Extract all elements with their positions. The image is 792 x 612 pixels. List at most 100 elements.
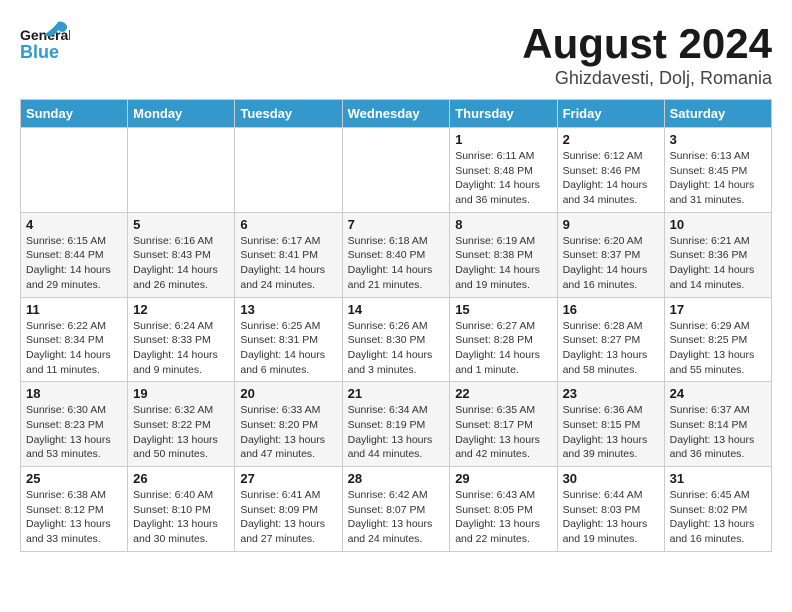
day-number: 5 [133, 217, 229, 232]
day-number: 11 [26, 302, 122, 317]
day-number: 26 [133, 471, 229, 486]
day-number: 23 [563, 386, 659, 401]
calendar-cell: 13 Sunrise: 6:25 AMSunset: 8:31 PMDayligh… [235, 297, 342, 382]
calendar-cell: 4Sunrise: 6:15 AMSunset: 8:44 PMDaylight… [21, 212, 128, 297]
day-info: Sunrise: 6:11 AMSunset: 8:48 PMDaylight:… [455, 149, 551, 208]
day-header-monday: Monday [128, 100, 235, 128]
calendar-cell: 29 Sunrise: 6:43 AMSunset: 8:05 PMDayligh… [450, 467, 557, 552]
calendar-cell: 19Sunrise: 6:32 AMSunset: 8:22 PMDayligh… [128, 382, 235, 467]
day-number: 12 [133, 302, 229, 317]
calendar-cell: 21 Sunrise: 6:34 AMSunset: 8:19 PMDayligh… [342, 382, 450, 467]
calendar-cell: 23 Sunrise: 6:36 AMSunset: 8:15 PMDayligh… [557, 382, 664, 467]
calendar-cell: 17Sunrise: 6:29 AMSunset: 8:25 PMDayligh… [664, 297, 771, 382]
day-info: Sunrise: 6:44 AMSunset: 8:03 PMDaylight:… [563, 488, 659, 547]
day-info: Sunrise: 6:18 AMSunset: 8:40 PMDaylight:… [348, 234, 445, 293]
day-info: Sunrise: 6:26 AMSunset: 8:30 PMDaylight:… [348, 319, 445, 378]
day-info: Sunrise: 6:15 AMSunset: 8:44 PMDaylight:… [26, 234, 122, 293]
day-info: Sunrise: 6:29 AMSunset: 8:25 PMDaylight:… [670, 319, 766, 378]
day-info: Sunrise: 6:42 AMSunset: 8:07 PMDaylight:… [348, 488, 445, 547]
day-header-saturday: Saturday [664, 100, 771, 128]
calendar-cell: 28 Sunrise: 6:42 AMSunset: 8:07 PMDayligh… [342, 467, 450, 552]
calendar-cell: 25 Sunrise: 6:38 AMSunset: 8:12 PMDayligh… [21, 467, 128, 552]
calendar-cell: 24 Sunrise: 6:37 AMSunset: 8:14 PMDayligh… [664, 382, 771, 467]
day-number: 14 [348, 302, 445, 317]
calendar-cell: 20 Sunrise: 6:33 AMSunset: 8:20 PMDayligh… [235, 382, 342, 467]
calendar-table: SundayMondayTuesdayWednesdayThursdayFrid… [20, 99, 772, 552]
day-number: 24 [670, 386, 766, 401]
day-number: 18 [26, 386, 122, 401]
day-info: Sunrise: 6:40 AMSunset: 8:10 PMDaylight:… [133, 488, 229, 547]
day-info: Sunrise: 6:30 AMSunset: 8:23 PMDaylight:… [26, 403, 122, 462]
day-number: 27 [240, 471, 336, 486]
day-header-thursday: Thursday [450, 100, 557, 128]
day-info: Sunrise: 6:16 AMSunset: 8:43 PMDaylight:… [133, 234, 229, 293]
day-info: Sunrise: 6:22 AMSunset: 8:34 PMDaylight:… [26, 319, 122, 378]
day-number: 16 [563, 302, 659, 317]
day-number: 22 [455, 386, 551, 401]
day-number: 15 [455, 302, 551, 317]
day-info: Sunrise: 6:34 AMSunset: 8:19 PMDaylight:… [348, 403, 445, 462]
calendar-cell: 6 Sunrise: 6:17 AMSunset: 8:41 PMDaylight… [235, 212, 342, 297]
day-info: Sunrise: 6:25 AMSunset: 8:31 PMDaylight:… [240, 319, 336, 378]
day-info: Sunrise: 6:36 AMSunset: 8:15 PMDaylight:… [563, 403, 659, 462]
location: Ghizdavesti, Dolj, Romania [522, 68, 772, 89]
day-info: Sunrise: 6:12 AMSunset: 8:46 PMDaylight:… [563, 149, 659, 208]
page-header: General Blue August 2024 Ghizdavesti, Do… [20, 20, 772, 89]
calendar-cell: 15 Sunrise: 6:27 AMSunset: 8:28 PMDayligh… [450, 297, 557, 382]
day-number: 21 [348, 386, 445, 401]
day-info: Sunrise: 6:21 AMSunset: 8:36 PMDaylight:… [670, 234, 766, 293]
day-header-wednesday: Wednesday [342, 100, 450, 128]
day-number: 7 [348, 217, 445, 232]
day-info: Sunrise: 6:27 AMSunset: 8:28 PMDaylight:… [455, 319, 551, 378]
calendar-cell: 16 Sunrise: 6:28 AMSunset: 8:27 PMDayligh… [557, 297, 664, 382]
day-info: Sunrise: 6:41 AMSunset: 8:09 PMDaylight:… [240, 488, 336, 547]
day-number: 8 [455, 217, 551, 232]
day-info: Sunrise: 6:38 AMSunset: 8:12 PMDaylight:… [26, 488, 122, 547]
calendar-cell: 11 Sunrise: 6:22 AMSunset: 8:34 PMDayligh… [21, 297, 128, 382]
day-number: 29 [455, 471, 551, 486]
day-info: Sunrise: 6:20 AMSunset: 8:37 PMDaylight:… [563, 234, 659, 293]
calendar-cell: 18 Sunrise: 6:30 AMSunset: 8:23 PMDayligh… [21, 382, 128, 467]
calendar-cell: 26 Sunrise: 6:40 AMSunset: 8:10 PMDayligh… [128, 467, 235, 552]
day-number: 30 [563, 471, 659, 486]
calendar-cell: 5 Sunrise: 6:16 AMSunset: 8:43 PMDaylight… [128, 212, 235, 297]
day-number: 28 [348, 471, 445, 486]
calendar-cell [235, 128, 342, 213]
day-number: 6 [240, 217, 336, 232]
day-number: 25 [26, 471, 122, 486]
day-number: 2 [563, 132, 659, 147]
day-info: Sunrise: 6:45 AMSunset: 8:02 PMDaylight:… [670, 488, 766, 547]
day-header-friday: Friday [557, 100, 664, 128]
calendar-cell: 30 Sunrise: 6:44 AMSunset: 8:03 PMDayligh… [557, 467, 664, 552]
day-info: Sunrise: 6:33 AMSunset: 8:20 PMDaylight:… [240, 403, 336, 462]
day-info: Sunrise: 6:28 AMSunset: 8:27 PMDaylight:… [563, 319, 659, 378]
day-number: 20 [240, 386, 336, 401]
calendar-cell: 27 Sunrise: 6:41 AMSunset: 8:09 PMDayligh… [235, 467, 342, 552]
calendar-cell: 12 Sunrise: 6:24 AMSunset: 8:33 PMDayligh… [128, 297, 235, 382]
calendar-cell [128, 128, 235, 213]
day-info: Sunrise: 6:43 AMSunset: 8:05 PMDaylight:… [455, 488, 551, 547]
day-info: Sunrise: 6:37 AMSunset: 8:14 PMDaylight:… [670, 403, 766, 462]
calendar-cell: 14 Sunrise: 6:26 AMSunset: 8:30 PMDayligh… [342, 297, 450, 382]
day-number: 31 [670, 471, 766, 486]
day-number: 10 [670, 217, 766, 232]
calendar-cell [21, 128, 128, 213]
day-info: Sunrise: 6:24 AMSunset: 8:33 PMDaylight:… [133, 319, 229, 378]
day-header-tuesday: Tuesday [235, 100, 342, 128]
calendar-cell: 9Sunrise: 6:20 AMSunset: 8:37 PMDaylight… [557, 212, 664, 297]
calendar-cell: 31 Sunrise: 6:45 AMSunset: 8:02 PMDayligh… [664, 467, 771, 552]
month-title: August 2024 [522, 20, 772, 68]
day-number: 13 [240, 302, 336, 317]
day-number: 19 [133, 386, 229, 401]
calendar-cell: 7 Sunrise: 6:18 AMSunset: 8:40 PMDaylight… [342, 212, 450, 297]
logo: General Blue [20, 20, 70, 65]
calendar-cell: 8Sunrise: 6:19 AMSunset: 8:38 PMDaylight… [450, 212, 557, 297]
day-info: Sunrise: 6:17 AMSunset: 8:41 PMDaylight:… [240, 234, 336, 293]
svg-text:Blue: Blue [20, 42, 59, 62]
calendar-cell: 2 Sunrise: 6:12 AMSunset: 8:46 PMDaylight… [557, 128, 664, 213]
day-header-sunday: Sunday [21, 100, 128, 128]
day-number: 3 [670, 132, 766, 147]
general-blue-logo-icon: General Blue [20, 20, 70, 65]
calendar-cell: 1 Sunrise: 6:11 AMSunset: 8:48 PMDaylight… [450, 128, 557, 213]
day-number: 1 [455, 132, 551, 147]
